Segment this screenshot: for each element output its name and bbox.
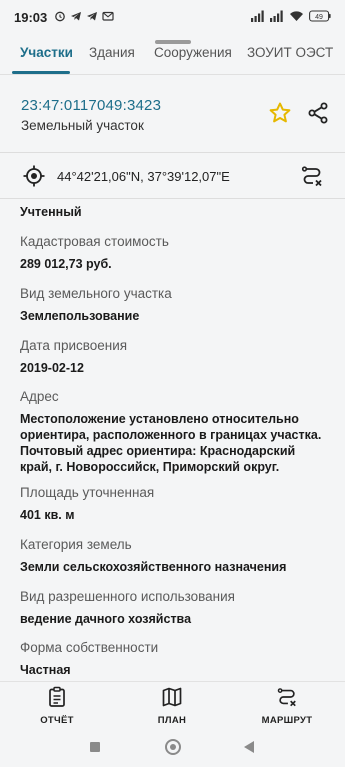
plan-button[interactable]: ПЛАН xyxy=(132,686,212,726)
telegram-icon xyxy=(71,12,81,21)
back-button[interactable] xyxy=(244,741,254,753)
field-value: Местоположение установлено относительно … xyxy=(20,412,322,474)
field-assign-date: Дата присвоения 2019-02-12 xyxy=(20,337,330,376)
tab-buildings[interactable]: Здания xyxy=(89,45,135,60)
plan-label: ПЛАН xyxy=(157,715,187,726)
object-header: 23:47:0117049:3423 Земельный участок xyxy=(0,85,345,143)
field-label: Вид разрешенного использования xyxy=(20,589,235,604)
cadastral-number[interactable]: 23:47:0117049:3423 xyxy=(21,97,161,114)
field-value: 2019-02-12 xyxy=(20,361,84,375)
field-area: Площадь уточненная 401 кв. м xyxy=(20,484,330,523)
locate-target-icon[interactable] xyxy=(22,164,46,188)
field-label: Категория земель xyxy=(20,537,132,552)
route-label: МАРШРУТ xyxy=(261,715,313,726)
divider xyxy=(0,152,345,153)
field-permitted-use: Вид разрешенного использования ведение д… xyxy=(20,588,330,627)
home-button[interactable] xyxy=(165,739,181,755)
field-value: Землепользование xyxy=(20,309,140,323)
battery-level: 49 xyxy=(315,14,323,21)
report-button[interactable]: ОТЧЁТ xyxy=(17,686,97,726)
system-icons: 49 xyxy=(251,10,331,22)
field-status: Учтенный xyxy=(20,204,330,220)
bottom-action-bar: ОТЧЁТ ПЛАН МАРШРУТ xyxy=(0,681,345,730)
signal-icon xyxy=(251,10,264,22)
field-value: Земли сельскохозяйственного назначения xyxy=(20,560,287,574)
field-label: Площадь уточненная xyxy=(20,485,155,500)
field-label: Кадастровая стоимость xyxy=(20,234,169,249)
object-type: Земельный участок xyxy=(21,118,144,133)
status-time: 19:03 xyxy=(14,10,48,25)
field-value: ведение дачного хозяйства xyxy=(20,612,192,626)
alarm-icon xyxy=(55,11,65,22)
field-address: Адрес Местоположение установлено относит… xyxy=(20,388,330,475)
tab-structures[interactable]: Сооружения xyxy=(154,45,232,60)
field-land-type: Вид земельного участка Землепользование xyxy=(20,285,330,324)
favorite-star-icon[interactable] xyxy=(268,101,292,125)
coordinates-row: 44°42'21,06"N, 37°39'12,07"E xyxy=(0,160,345,194)
share-icon[interactable] xyxy=(306,101,330,125)
telegram-icon xyxy=(87,12,97,21)
recents-button[interactable] xyxy=(90,742,100,752)
field-label: Дата присвоения xyxy=(20,338,128,353)
report-label: ОТЧЁТ xyxy=(40,715,74,726)
field-cadastral-cost: Кадастровая стоимость 289 012,73 руб. xyxy=(20,233,330,272)
coordinates-text[interactable]: 44°42'21,06"N, 37°39'12,07"E xyxy=(57,169,230,184)
signal-icon xyxy=(270,10,283,22)
report-clipboard-icon xyxy=(49,686,65,707)
battery-icon: 49 xyxy=(309,10,331,22)
system-navigation-bar xyxy=(0,729,345,767)
parcel-details: Учтенный Кадастровая стоимость 289 012,7… xyxy=(0,199,345,681)
tab-zouit[interactable]: ЗОУИТ ОЭСТ xyxy=(247,45,333,60)
field-land-category: Категория земель Земли сельскохозяйствен… xyxy=(20,536,330,575)
field-label: Адрес xyxy=(20,389,59,404)
status-bar: 19:03 49 xyxy=(0,0,345,36)
route-button[interactable]: МАРШРУТ xyxy=(247,686,327,726)
tab-parcels[interactable]: Участки xyxy=(20,45,73,60)
mail-icon xyxy=(102,11,114,21)
field-label: Форма собственности xyxy=(20,640,159,655)
field-ownership: Форма собственности Частная xyxy=(20,639,330,678)
field-value: Частная xyxy=(20,663,71,677)
field-value: Учтенный xyxy=(20,205,82,219)
field-value: 401 кв. м xyxy=(20,508,75,522)
field-label: Вид земельного участка xyxy=(20,286,172,301)
notification-icons xyxy=(54,10,114,22)
sheet-drag-handle[interactable] xyxy=(155,40,191,44)
route-icon[interactable] xyxy=(300,164,324,188)
divider xyxy=(0,74,345,75)
home-dot xyxy=(170,744,176,750)
map-icon xyxy=(162,687,182,707)
wifi-icon xyxy=(290,11,303,21)
route-icon xyxy=(277,688,296,707)
field-value: 289 012,73 руб. xyxy=(20,257,112,271)
